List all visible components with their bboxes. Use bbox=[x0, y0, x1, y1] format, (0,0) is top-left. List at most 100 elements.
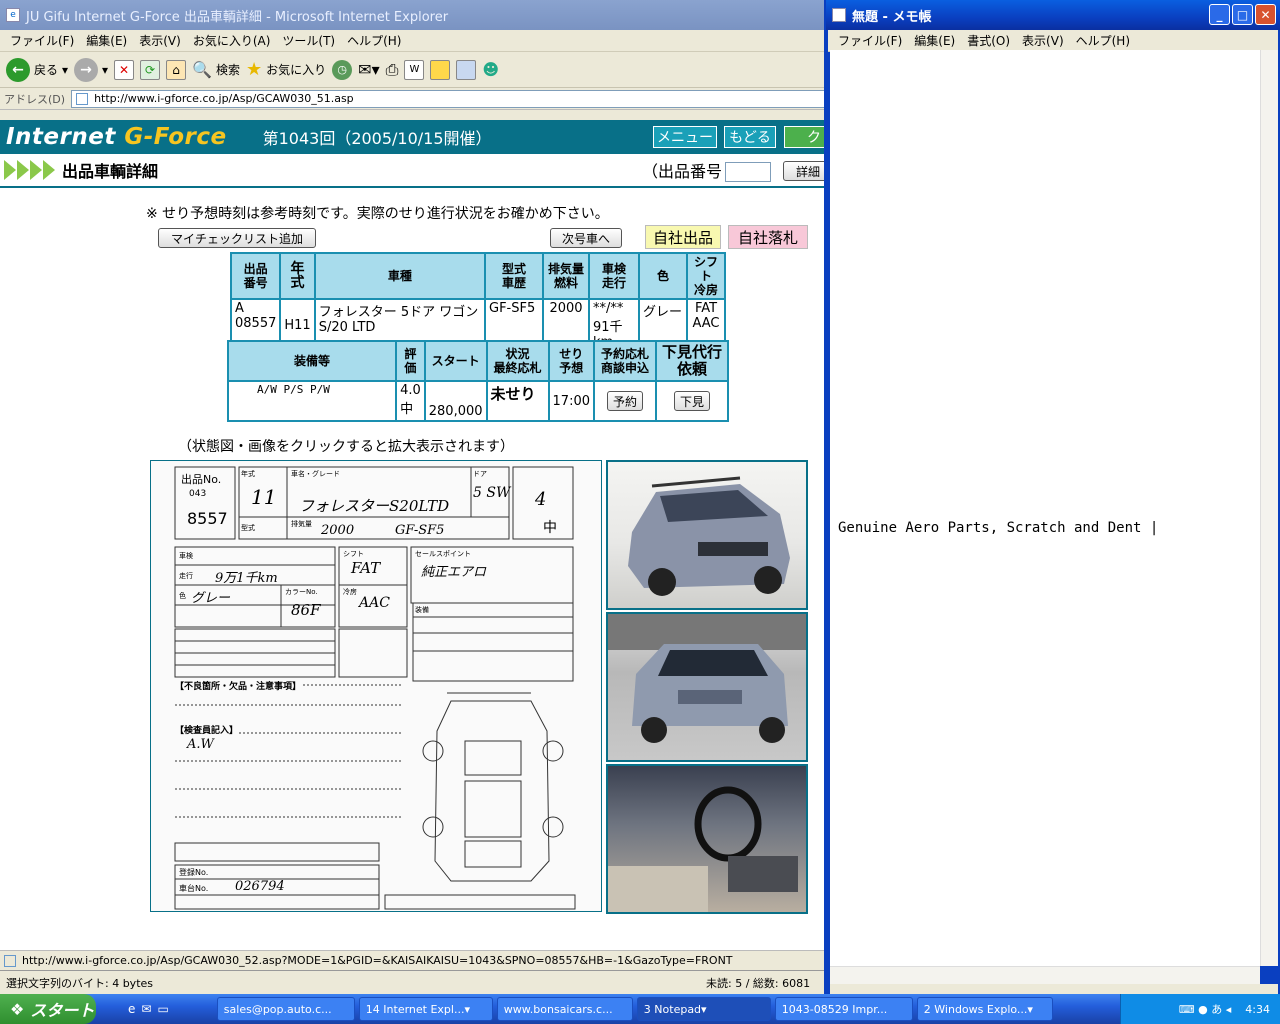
notepad-window: 無題 - メモ帳 _ □ ✕ ファイル(F) 編集(E) 書式(O) 表示(V)… bbox=[824, 0, 1280, 994]
tray-icons[interactable]: ⌨ ● あ ◂ bbox=[1179, 1001, 1232, 1017]
menu-edit[interactable]: 編集(E) bbox=[80, 32, 133, 49]
sheet-hand-km: 9万1千km bbox=[215, 571, 278, 586]
table-header-row: 出品 番号 年 式 車種 型式 車歴 排気量 燃料 車検 走行 色 シフト 冷房 bbox=[229, 252, 726, 300]
task-windows-explorer[interactable]: 2 Windows Explo... ▾ bbox=[916, 997, 1053, 1021]
table-header-row: 装備等 評 価 スタート 状況 最終応札 せり 予想 予約応札 商談申込 下見代… bbox=[226, 340, 729, 382]
sheet-shift-label: シフト bbox=[343, 550, 364, 558]
start-button[interactable]: ❖ スタート bbox=[0, 994, 96, 1024]
menu-view[interactable]: 表示(V) bbox=[133, 32, 187, 49]
refresh-icon[interactable]: ⟳ bbox=[140, 59, 161, 80]
car-photo-front[interactable] bbox=[606, 460, 808, 610]
home-icon[interactable]: ⌂ bbox=[166, 59, 187, 80]
own-listing-badge: 自社出品 bbox=[645, 225, 721, 249]
sheet-hand-model: フォレスターS20LTD bbox=[299, 497, 450, 515]
close-button[interactable]: ✕ bbox=[1255, 4, 1276, 25]
menu-tools[interactable]: ツール(T) bbox=[276, 32, 341, 49]
print-icon[interactable]: ⎙ bbox=[386, 60, 399, 80]
menu-help[interactable]: ヘルプ(H) bbox=[341, 32, 407, 49]
vertical-scrollbar[interactable] bbox=[1260, 50, 1278, 966]
car-photo-interior[interactable] bbox=[606, 764, 808, 914]
cell-equipment: A/W P/S P/W bbox=[226, 380, 398, 422]
menu-nav-button[interactable]: メニュー bbox=[653, 126, 717, 148]
ie-quicklaunch-icon[interactable]: e bbox=[128, 1002, 135, 1016]
search-icon: 🔍 bbox=[192, 60, 212, 79]
cell-preview: 下見 bbox=[655, 380, 729, 422]
car-front-graphic bbox=[628, 476, 790, 596]
notepad-text: Genuine Aero Parts, Scratch and Dent | bbox=[838, 520, 1159, 536]
condition-sheet-image[interactable]: 出品No. 043 8557 年式 車名・グレード ドア 11 フォレスターS2… bbox=[150, 460, 602, 912]
sheet-hand-year: 11 bbox=[251, 485, 277, 509]
cell-reserve: 予約 bbox=[593, 380, 657, 422]
status-left: 選択文字列のバイト: 4 bytes bbox=[6, 976, 154, 990]
menu-favorites[interactable]: お気に入り(A) bbox=[187, 32, 277, 49]
sheet-hand-door: 5 SW bbox=[473, 485, 511, 501]
ie-title-bar[interactable]: e JU Gifu Internet G-Force 出品車輌詳細 - Micr… bbox=[0, 0, 826, 30]
header-time: せり 予想 bbox=[547, 340, 596, 382]
notepad-text-area[interactable]: Genuine Aero Parts, Scratch and Dent | bbox=[830, 50, 1260, 966]
favorites-button[interactable]: ★ お気に入り bbox=[246, 59, 326, 80]
task-notepad[interactable]: 3 Notepad ▾ bbox=[636, 997, 771, 1021]
header-reserve: 予約応札 商談申込 bbox=[593, 340, 657, 382]
messenger-icon[interactable]: ☻ bbox=[482, 60, 499, 79]
sheet-registration-label: 登録No. bbox=[179, 868, 209, 877]
system-tray: ⌨ ● あ ◂ 4:34 bbox=[1120, 994, 1280, 1024]
sheet-hand-inspector: A.W bbox=[187, 737, 214, 752]
notepad-title-bar[interactable]: 無題 - メモ帳 _ □ ✕ bbox=[826, 0, 1280, 30]
mail-icon[interactable]: ✉▾ bbox=[358, 60, 379, 79]
outlook-quicklaunch-icon[interactable]: ✉ bbox=[141, 1002, 151, 1016]
forward-button[interactable]: → ▾ bbox=[74, 57, 108, 82]
horizontal-scrollbar[interactable] bbox=[830, 966, 1260, 984]
np-menu-format[interactable]: 書式(O) bbox=[961, 32, 1016, 49]
chevron-arrows-icon bbox=[4, 160, 56, 180]
header-equipment: 装備等 bbox=[226, 340, 398, 382]
reserve-button[interactable]: 予約 bbox=[607, 391, 643, 411]
sheet-equip-label: 装備 bbox=[415, 606, 429, 614]
detail-button[interactable]: 詳細 bbox=[783, 161, 824, 181]
ie-title: JU Gifu Internet G-Force 出品車輌詳細 - Micros… bbox=[26, 9, 449, 25]
notepad-menubar: ファイル(F) 編集(E) 書式(O) 表示(V) ヘルプ(H) bbox=[828, 30, 1278, 52]
header-color: 色 bbox=[638, 252, 688, 300]
sheet-inspector-label: 【検査員記入】 bbox=[175, 723, 239, 736]
discuss-icon[interactable] bbox=[430, 59, 451, 80]
task-bonsaicars[interactable]: www.bonsaicars.c... bbox=[496, 997, 633, 1021]
history-icon[interactable]: ◷ bbox=[332, 59, 353, 80]
edit-icon[interactable]: W bbox=[404, 59, 425, 80]
task-internet-explorer[interactable]: 14 Internet Expl... ▾ bbox=[358, 997, 493, 1021]
ie-toolbar: ← 戻る ▾ → ▾ ✕ ⟳ ⌂ 🔍 検索 ★ お気に入り ◷ ✉▾ ⎙ W ☻ bbox=[0, 52, 826, 88]
header-grade: 評 価 bbox=[395, 340, 426, 382]
stop-icon[interactable]: ✕ bbox=[114, 59, 135, 80]
sheet-model-label: 車名・グレード bbox=[291, 470, 340, 478]
windows-logo-icon: ❖ bbox=[10, 999, 25, 1019]
back-nav-button[interactable]: もどる bbox=[724, 126, 776, 148]
sheet-lot-small: 043 bbox=[189, 489, 207, 499]
sheet-hand-colorno: 86F bbox=[291, 601, 321, 619]
back-button[interactable]: ← 戻る ▾ bbox=[6, 57, 68, 82]
gforce-header: Internet G-Force 第1043回（2005/10/15開催） メニ… bbox=[0, 120, 824, 154]
np-menu-view[interactable]: 表示(V) bbox=[1016, 32, 1070, 49]
next-car-button[interactable]: 次号車へ bbox=[550, 228, 622, 248]
lot-input[interactable] bbox=[725, 162, 771, 182]
task-image[interactable]: 1043-08529 Impr... bbox=[774, 997, 913, 1021]
menu-file[interactable]: ファイル(F) bbox=[4, 32, 80, 49]
np-menu-file[interactable]: ファイル(F) bbox=[832, 32, 908, 49]
np-menu-edit[interactable]: 編集(E) bbox=[908, 32, 961, 49]
star-icon: ★ bbox=[246, 59, 263, 80]
notepad-icon bbox=[832, 8, 846, 22]
minimize-button[interactable]: _ bbox=[1209, 4, 1230, 25]
header-type: 型式 車歴 bbox=[484, 252, 544, 300]
car-photo-rear[interactable] bbox=[606, 612, 808, 762]
research-icon[interactable] bbox=[456, 59, 477, 80]
desktop-quicklaunch-icon[interactable]: ▭ bbox=[157, 1002, 168, 1016]
third-nav-button[interactable]: ク bbox=[784, 126, 824, 148]
maximize-button[interactable]: □ bbox=[1232, 4, 1253, 25]
ie-menubar: ファイル(F) 編集(E) 表示(V) お気に入り(A) ツール(T) ヘルプ(… bbox=[0, 30, 826, 52]
sheet-hand-cc: 2000 bbox=[321, 523, 355, 538]
mycheck-add-button[interactable]: マイチェックリスト追加 bbox=[158, 228, 316, 248]
task-outlook[interactable]: sales@pop.auto.c... bbox=[216, 997, 355, 1021]
np-menu-help[interactable]: ヘルプ(H) bbox=[1070, 32, 1136, 49]
address-input[interactable]: http://www.i-gforce.co.jp/Asp/GCAW030_51… bbox=[71, 89, 826, 108]
search-button[interactable]: 🔍 検索 bbox=[192, 60, 240, 79]
page-title: 出品車輌詳細 bbox=[62, 162, 159, 181]
preview-button[interactable]: 下見 bbox=[674, 391, 710, 411]
car-interior-graphic bbox=[608, 786, 798, 912]
